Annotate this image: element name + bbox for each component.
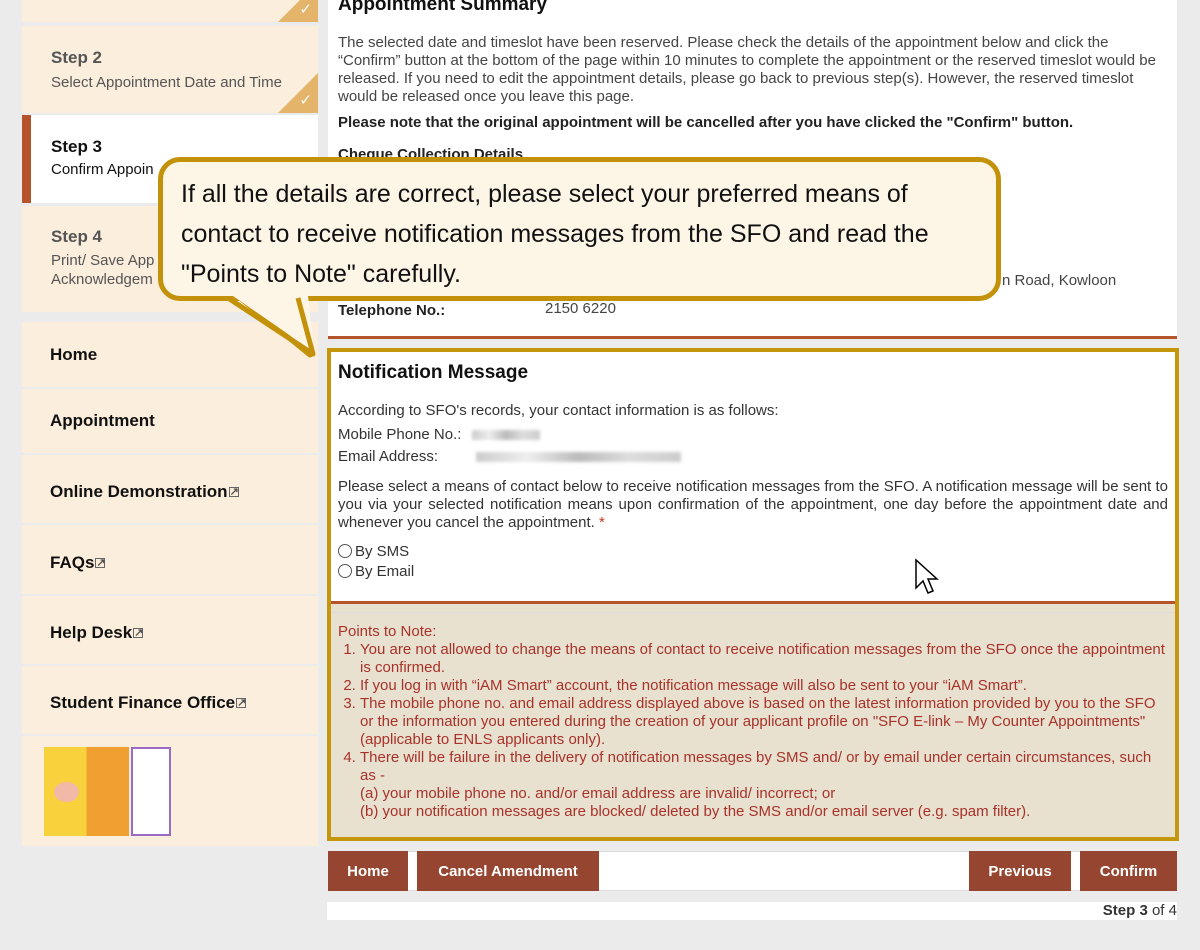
nav-label: Student Finance Office: [50, 693, 236, 712]
point-item: There will be failure in the delivery of…: [360, 749, 1168, 821]
tutorial-callout: If all the details are correct, please s…: [158, 157, 1001, 301]
nav-label: Online Demonstration: [50, 482, 228, 501]
points-to-note: Points to Note: You are not allowed to c…: [331, 612, 1175, 831]
leaflet-banner[interactable]: [22, 736, 318, 846]
step-2[interactable]: Step 2 Select Appointment Date and Time …: [22, 26, 318, 113]
email-label: Email Address:: [338, 448, 439, 465]
confirm-button[interactable]: Confirm: [1080, 851, 1177, 891]
step-title: Step 2: [51, 48, 103, 67]
completed-check-badge: [278, 73, 318, 113]
step-1[interactable]: ✓: [22, 0, 318, 22]
nav-label: Appointment: [50, 411, 155, 430]
radio-button[interactable]: [338, 544, 352, 558]
email-value-redacted: [476, 452, 681, 463]
nav-appointment[interactable]: Appointment: [22, 389, 318, 453]
notification-section: Notification Message According to SFO's …: [331, 352, 1175, 604]
contact-intro: According to SFO's records, your contact…: [338, 402, 779, 419]
point-item: If you log in with “iAM Smart” account, …: [360, 677, 1168, 695]
required-asterisk: *: [599, 514, 605, 531]
nav-label: Home: [50, 344, 98, 364]
radio-sms[interactable]: By SMS: [338, 542, 1168, 562]
current-step: Step 3: [1102, 902, 1148, 919]
external-link-icon: ↗: [236, 697, 247, 709]
radio-label: By Email: [355, 563, 415, 580]
point-item: You are not allowed to change the means …: [360, 641, 1168, 677]
points-title: Points to Note:: [338, 623, 437, 640]
check-icon: ✓: [299, 1, 312, 18]
external-link-icon: ↗: [228, 486, 239, 498]
leaflet-image-1: [44, 746, 129, 836]
notification-highlight-box: Notification Message According to SFO's …: [327, 348, 1179, 841]
completed-check-badge: [278, 0, 318, 22]
external-link-icon: ↗: [133, 627, 144, 639]
leaflet-image-2: [131, 746, 171, 836]
radio-label: By SMS: [355, 543, 410, 560]
nav-student-finance-office[interactable]: Student Finance Office ↗: [22, 666, 318, 734]
summary-note: Please note that the original appointmen…: [338, 114, 1074, 131]
step-indicator: Step 3 of 4: [327, 902, 1177, 920]
sub-point: (a) your mobile phone no. and/or email a…: [360, 785, 836, 802]
total-steps: of 4: [1151, 902, 1177, 919]
nav-label: Help Desk: [50, 623, 133, 642]
nav-faqs[interactable]: FAQs ↗: [22, 525, 318, 594]
sub-point: (b) your notification messages are block…: [360, 803, 1031, 820]
point-text: There will be failure in the delivery of…: [360, 749, 1152, 784]
callout-tail-join: [228, 295, 316, 357]
check-icon: ✓: [299, 92, 312, 109]
summary-intro: The selected date and timeslot have been…: [338, 34, 1156, 105]
points-list: You are not allowed to change the means …: [338, 641, 1168, 821]
point-item: The mobile phone no. and email address d…: [360, 695, 1168, 749]
mobile-value-redacted: [471, 430, 540, 441]
home-button[interactable]: Home: [328, 851, 408, 891]
radio-button[interactable]: [338, 564, 352, 578]
nav-online-demonstration[interactable]: Online Demonstration ↗: [22, 455, 318, 523]
callout-text: If all the details are correct, please s…: [181, 180, 929, 288]
nav-help-desk[interactable]: Help Desk ↗: [22, 596, 318, 664]
previous-button[interactable]: Previous: [969, 851, 1071, 891]
radio-email[interactable]: By Email: [338, 562, 1168, 582]
contact-instruction: Please select a means of contact below t…: [338, 478, 1168, 531]
mouse-cursor-icon: [915, 558, 939, 594]
external-link-icon: ↗: [95, 556, 106, 569]
summary-title: Appointment Summary: [338, 0, 548, 15]
nav-label: FAQs: [50, 552, 95, 572]
notification-title: Notification Message: [338, 362, 529, 383]
cancel-amendment-button[interactable]: Cancel Amendment: [417, 851, 599, 891]
mobile-label: Mobile Phone No.:: [338, 426, 462, 443]
